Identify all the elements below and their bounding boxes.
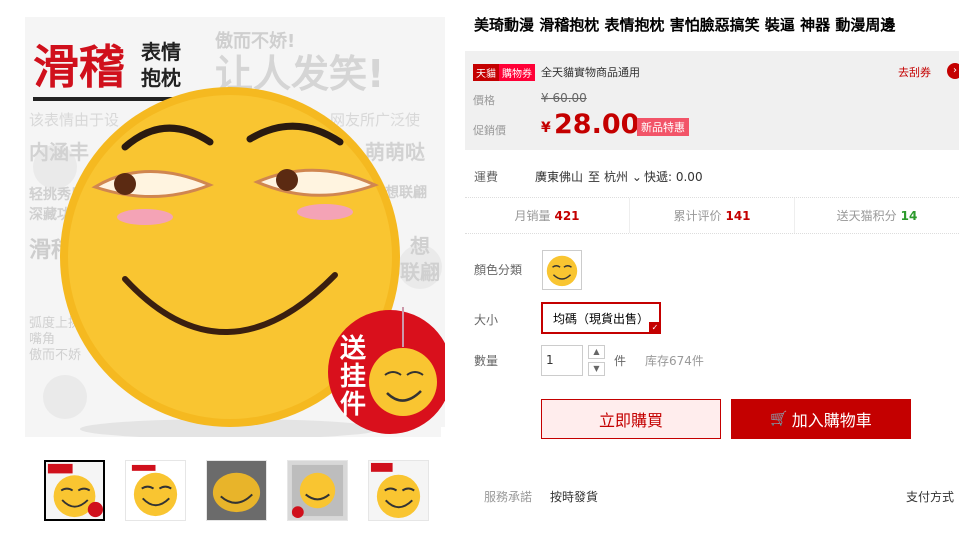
quantity-increase-icon[interactable]: ▲ xyxy=(588,345,605,359)
chevron-down-icon: ⌄ xyxy=(628,170,642,184)
stock-count: 库存674件 xyxy=(645,354,704,368)
side-text-13: 傲而不娇 xyxy=(29,348,81,363)
check-icon: ✓ xyxy=(649,322,661,334)
product-page: 傲而不娇! 让人发笑! 该表情由于设 网友所广泛使 内涵丰 萌萌哒 轻挑秀眉 深… xyxy=(0,0,959,538)
slogan-1: 傲而不娇! xyxy=(215,30,295,52)
original-price: ¥ 60.00 xyxy=(541,91,587,105)
stat-monthly-sales: 月销量 421 xyxy=(465,198,630,233)
side-text-12: 嘴角 xyxy=(29,332,55,347)
zoom-icon[interactable] xyxy=(441,427,445,437)
side-text-7: 想联翩 xyxy=(384,184,427,201)
gift-badge-char-2: 挂 xyxy=(340,362,366,392)
side-text-3: 内涵丰 xyxy=(29,140,89,164)
coupon-row: 天貓 購物券 全天貓實物商品通用 xyxy=(473,63,640,81)
payment-methods[interactable]: 支付方式 xyxy=(906,488,954,505)
thumbnail-4[interactable] xyxy=(287,460,348,521)
thumbnail-1[interactable] xyxy=(44,460,105,521)
thumbnail-2[interactable] xyxy=(125,460,186,521)
side-text-9: 想 xyxy=(410,234,430,258)
add-to-cart-label: 加入購物車 xyxy=(791,411,872,430)
size-label: 大小 xyxy=(474,313,499,327)
promo-price: 28.00 xyxy=(554,109,640,140)
stat-reviews[interactable]: 累计评价 141 xyxy=(630,198,795,233)
size-option-selected[interactable]: 均碼（現貨出售） ✓ xyxy=(541,302,661,334)
cart-icon: 🛒 xyxy=(770,411,788,427)
quantity-input[interactable]: 1 xyxy=(541,345,583,376)
stat-value: 141 xyxy=(725,208,751,223)
product-title: 美琦動漫 滑稽抱枕 表情抱枕 害怕臉惡搞笑 裝逼 神器 動漫周邊 xyxy=(474,16,896,34)
service-item[interactable]: 按時發貨 xyxy=(550,488,598,505)
arrow-right-icon[interactable]: › xyxy=(947,63,959,79)
thumbnail-strip xyxy=(44,460,429,521)
headline-sub-1: 表情 xyxy=(141,40,181,64)
stat-value: 14 xyxy=(900,208,918,223)
shipping-origin: 廣東佛山 xyxy=(535,170,584,184)
promo-currency: ¥ xyxy=(541,120,551,136)
original-price-label: 價格 xyxy=(473,94,495,107)
gift-badge-char-1: 送 xyxy=(340,334,366,364)
price-panel: 天貓 購物券 全天貓實物商品通用 去刮券 › 價格 ¥ 60.00 促銷價 ¥ … xyxy=(465,51,959,150)
quantity-decrease-icon[interactable]: ▼ xyxy=(588,362,605,376)
shipping-label: 運費 xyxy=(474,170,499,184)
get-coupon-link[interactable]: 去刮券 xyxy=(898,64,931,80)
thumbnail-3[interactable] xyxy=(206,460,267,521)
color-label: 顏色分類 xyxy=(474,263,523,277)
shipping-destination-select[interactable]: 杭州 ⌄ xyxy=(604,168,642,185)
side-text-1: 该表情由于设 xyxy=(29,111,119,129)
promo-price-label: 促銷價 xyxy=(473,124,506,137)
gift-badge-char-3: 件 xyxy=(340,390,366,420)
color-swatch[interactable] xyxy=(542,250,582,290)
promo-tag: 新品特惠 xyxy=(637,118,689,136)
side-text-10: 联翩 xyxy=(400,260,440,284)
size-value: 均碼（現貨出售） xyxy=(552,311,649,326)
shipping-fee: 快遞: 0.00 xyxy=(644,170,703,184)
sales-stats: 月销量 421 累计评价 141 送天猫积分 14 xyxy=(465,197,959,234)
shipping-city: 杭州 xyxy=(604,170,629,184)
coupon-text: 全天貓實物商品通用 xyxy=(541,66,640,79)
thumbnail-5[interactable] xyxy=(368,460,429,521)
quantity-label: 數量 xyxy=(474,354,499,368)
add-to-cart-button[interactable]: 🛒 加入購物車 xyxy=(731,399,911,439)
side-text-2: 网友所广泛使 xyxy=(330,111,420,129)
emoji-pillow-illustration: 傲而不娇! 让人发笑! 该表情由于设 网友所广泛使 内涵丰 萌萌哒 轻挑秀眉 深… xyxy=(25,17,445,437)
stat-value: 421 xyxy=(554,208,580,223)
quantity-unit: 件 xyxy=(614,354,627,368)
headline-main: 滑稽 xyxy=(33,40,125,94)
service-label: 服務承諾 xyxy=(484,490,533,504)
main-product-image[interactable]: 傲而不娇! 让人发笑! 该表情由于设 网友所广泛使 内涵丰 萌萌哒 轻挑秀眉 深… xyxy=(25,17,445,437)
stat-points: 送天猫积分 14 xyxy=(836,208,918,224)
headline-sub-2: 抱枕 xyxy=(141,66,181,90)
side-text-4: 萌萌哒 xyxy=(365,140,426,164)
coupon-badge: 購物券 xyxy=(499,63,535,81)
tmall-badge: 天貓 xyxy=(473,63,499,81)
shipping-to-word: 至 xyxy=(588,170,601,184)
buy-now-button[interactable]: 立即購買 xyxy=(541,399,721,439)
